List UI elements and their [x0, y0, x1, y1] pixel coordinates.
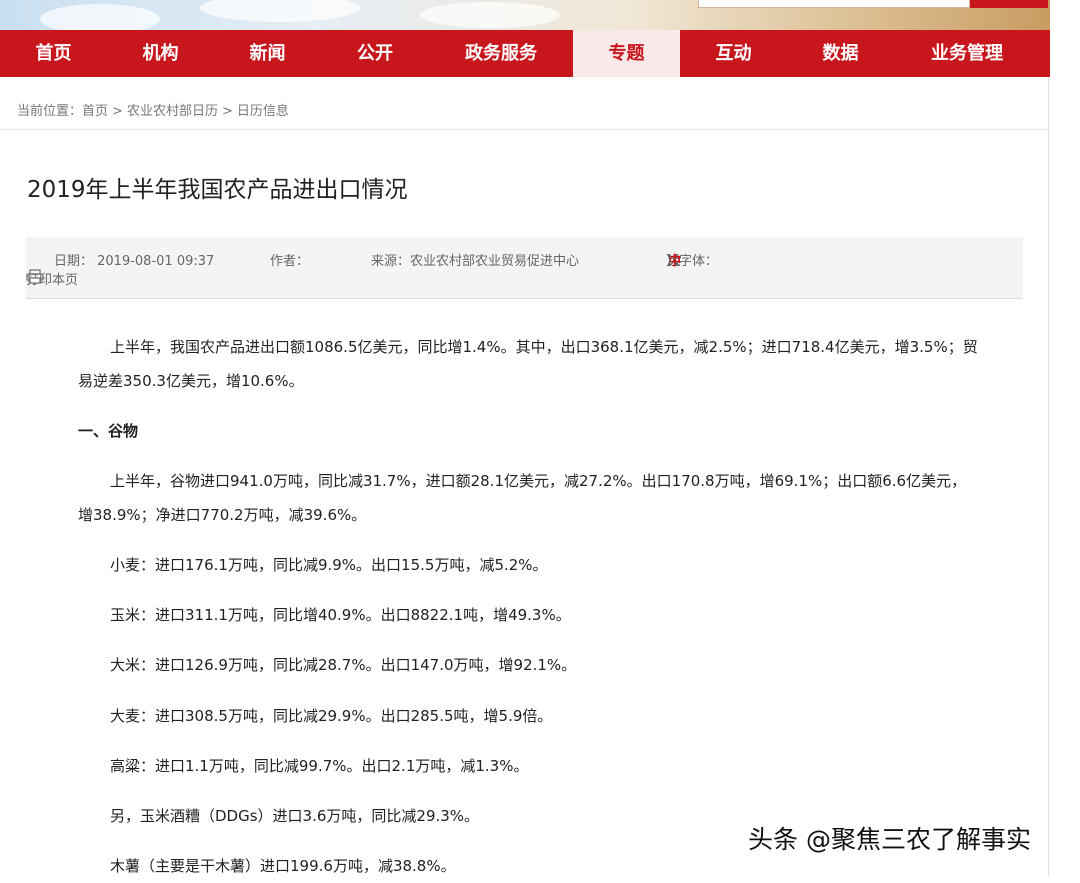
article-meta-bar: 日期： 2019-08-01 09:37 作者： 来源：农业农村部农业贸易促进中…	[26, 237, 1023, 299]
header-banner	[0, 0, 1050, 30]
article-source: 来源：农业农村部农业贸易促进中心	[371, 254, 580, 269]
paragraph-rice: 大米：进口126.9万吨，同比减28.7%。出口147.0万吨，增92.1%。	[110, 656, 577, 674]
nav-item-news[interactable]: 新闻	[214, 30, 321, 77]
nav-item-public[interactable]: 公开	[321, 30, 429, 77]
paragraph-sorghum: 高粱：进口1.1万吨，同比减99.7%。出口2.1万吨，减1.3%。	[110, 757, 529, 775]
watermark-text: 头条 @聚焦三农了解事实	[748, 825, 1031, 854]
article-date: 日期： 2019-08-01 09:37	[54, 254, 215, 269]
main-nav: 首页 机构 新闻 公开 政务服务 专题 互动 数据 业务管理	[0, 30, 1050, 77]
breadcrumb-divider	[0, 129, 1048, 130]
breadcrumb-link-home[interactable]: 首页	[82, 104, 108, 119]
breadcrumb-link-calendar-info[interactable]: 日历信息	[237, 104, 289, 119]
nav-item-institutions[interactable]: 机构	[107, 30, 214, 77]
nav-item-home[interactable]: 首页	[0, 30, 107, 77]
nav-item-interaction[interactable]: 互动	[680, 30, 787, 77]
paragraph-wheat: 小麦：进口176.1万吨，同比减9.9%。出口15.5万吨，减5.2%。	[110, 556, 548, 574]
nav-item-topics[interactable]: 专题	[573, 30, 680, 77]
nav-item-data[interactable]: 数据	[787, 30, 894, 77]
breadcrumb-link-calendar[interactable]: 农业农村部日历	[127, 104, 218, 119]
paragraph-grains: 上半年，谷物进口941.0万吨，同比减31.7%，进口额28.1亿美元，减27.…	[78, 472, 967, 524]
search-button[interactable]	[970, 0, 1048, 8]
banner-cloud	[40, 4, 160, 30]
breadcrumb-separator: >	[221, 104, 233, 119]
breadcrumb-prefix: 当前位置：	[17, 104, 83, 119]
section-heading-grains: 一、谷物	[78, 422, 139, 440]
article-author: 作者：	[270, 254, 310, 269]
nav-item-business-management[interactable]: 业务管理	[894, 30, 1040, 77]
search-input[interactable]	[698, 0, 970, 8]
nav-item-government-services[interactable]: 政务服务	[429, 30, 573, 77]
breadcrumb: 当前位置：首页 > 农业农村部日历 > 日历信息	[17, 100, 289, 119]
breadcrumb-separator: >	[112, 104, 123, 119]
article-title: 2019年上半年我国农产品进出口情况	[27, 177, 408, 203]
print-page-button[interactable]: 打印本页	[26, 269, 78, 288]
content-right-border	[1048, 77, 1049, 877]
paragraph-barley: 大麦：进口308.5万吨，同比减29.9%。出口285.5吨，增5.9倍。	[110, 707, 553, 725]
paragraph-corn: 玉米：进口311.1万吨，同比增40.9%。出口8822.1吨，增49.3%。	[110, 606, 571, 624]
font-size-label-close: 】	[666, 254, 680, 269]
paragraph-summary: 上半年，我国农产品进出口额1086.5亿美元，同比增1.4%。其中，出口368.…	[78, 338, 978, 390]
banner-cloud	[420, 2, 560, 28]
printer-icon	[26, 269, 44, 288]
banner-cloud	[200, 0, 360, 22]
